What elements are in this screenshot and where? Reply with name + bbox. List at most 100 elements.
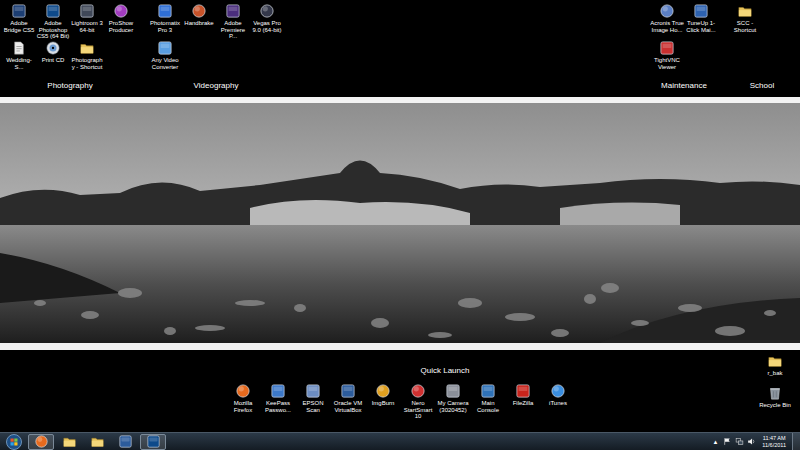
virtualbox-icon — [119, 435, 132, 448]
icon-label: TuneUp 1-Click Mai... — [684, 20, 718, 33]
photoshop-icon — [147, 435, 160, 448]
wallpaper-photo — [0, 103, 800, 343]
desktop-icon[interactable]: Photography - Shortcut — [70, 41, 104, 78]
folder-icon — [91, 435, 104, 448]
desktop-icon[interactable]: TightVNC Viewer — [650, 41, 684, 78]
desktop-icon[interactable]: Handbrake — [182, 4, 216, 41]
desktop-icon[interactable]: Oracle VM VirtualBox — [331, 384, 365, 420]
icon-label: Oracle VM VirtualBox — [331, 400, 365, 413]
desktop-icon[interactable]: EPSON Scan — [296, 384, 330, 420]
desktop-icon[interactable]: Any Video Converter — [148, 41, 182, 78]
icon-grid: Photomatix Pro 3HandbrakeAdobe Premiere … — [148, 4, 284, 78]
speaker-icon[interactable] — [747, 437, 756, 446]
imgburn-icon — [376, 384, 390, 398]
desktop-icon[interactable]: Photomatix Pro 3 — [148, 4, 182, 41]
icon-label: Adobe Premiere P... — [216, 20, 250, 40]
converter-icon — [158, 41, 172, 55]
desktop-icon[interactable]: Adobe Premiere P... — [216, 4, 250, 41]
itunes-icon — [551, 384, 565, 398]
corner-icons: r_bak Recycle Bin — [758, 354, 792, 408]
group-label: Videography — [148, 81, 284, 92]
icon-label: Photomatix Pro 3 — [148, 20, 182, 33]
desktop-icon[interactable]: FileZilla — [506, 384, 540, 420]
desktop-icon[interactable]: ProShow Producer — [104, 4, 138, 41]
icon-label: Any Video Converter — [148, 57, 182, 70]
libraries-icon — [63, 435, 76, 448]
icon-grid: Acronis True Image Ho...TuneUp 1-Click M… — [650, 4, 718, 78]
desktop-icon[interactable]: KeePass Passwo... — [261, 384, 295, 420]
icon-label: Main Console — [471, 400, 505, 413]
desktop-icon[interactable]: Adobe Bridge CS5 — [2, 4, 36, 41]
icon-label: Mozilla Firefox — [226, 400, 260, 413]
group-label: Photography — [2, 81, 138, 92]
desktop-icon[interactable]: Recycle Bin — [758, 386, 792, 409]
scanner-icon — [306, 384, 320, 398]
icon-label: ProShow Producer — [104, 20, 138, 33]
desktop-icon[interactable]: Vegas Pro 9.0 (64-bit) — [250, 4, 284, 41]
icon-grid: Adobe Bridge CS5Adobe Photoshop CS5 (64 … — [2, 4, 138, 78]
proshow-icon — [114, 4, 128, 18]
group-label: Maintenance — [650, 81, 718, 92]
vegas-icon — [260, 4, 274, 18]
quick-launch-label: Quick Launch — [395, 366, 495, 376]
disc-icon — [46, 41, 60, 55]
taskbar-button[interactable] — [56, 434, 82, 450]
show-desktop-button[interactable] — [792, 433, 800, 450]
icon-label: My Camera (3020452) — [436, 400, 470, 413]
flag-icon[interactable] — [723, 437, 732, 446]
nero-icon — [411, 384, 425, 398]
taskbar-button[interactable] — [112, 434, 138, 450]
network-icon[interactable] — [735, 437, 744, 446]
icon-label: iTunes — [541, 400, 575, 407]
icon-group: Adobe Bridge CS5Adobe Photoshop CS5 (64 … — [2, 4, 138, 92]
taskbar-button[interactable] — [84, 434, 110, 450]
icon-label: Nero StartSmart 10 — [401, 400, 435, 420]
recycle-bin-icon — [768, 386, 782, 400]
bridge-icon — [12, 4, 26, 18]
virtualbox-icon — [341, 384, 355, 398]
firefox-icon — [236, 384, 250, 398]
desktop-icon[interactable]: iTunes — [541, 384, 575, 420]
desktop-icon[interactable]: Print CD — [36, 41, 70, 78]
clock-time: 11:47 AM — [762, 435, 786, 441]
desktop-icon[interactable]: My Camera (3020452) — [436, 384, 470, 420]
photoshop-icon — [46, 4, 60, 18]
taskbar-button[interactable] — [28, 434, 54, 450]
icon-label: Adobe Photoshop CS5 (64 Bit) — [36, 20, 70, 40]
folder-icon — [80, 41, 94, 55]
taskbar-button[interactable] — [140, 434, 166, 450]
desktop-icon[interactable]: Acronis True Image Ho... — [650, 4, 684, 41]
tray-expand-button[interactable]: ▲ — [710, 439, 720, 445]
clock-date: 11/6/2011 — [762, 442, 786, 448]
desktop-icon[interactable]: Adobe Photoshop CS5 (64 Bit) — [36, 4, 70, 41]
folder-icon — [768, 354, 782, 368]
desktop-icon[interactable]: Mozilla Firefox — [226, 384, 260, 420]
windows-logo-icon — [6, 434, 22, 450]
icon-label: FileZilla — [506, 400, 540, 407]
desktop-icon[interactable]: Lightroom 3 64-bit — [70, 4, 104, 41]
icon-group: Photomatix Pro 3HandbrakeAdobe Premiere … — [148, 4, 284, 92]
lightroom-icon — [80, 4, 94, 18]
icon-grid: SCC - Shortcut — [728, 4, 796, 41]
icon-label: Print CD — [36, 57, 70, 64]
desktop-icon[interactable]: Nero StartSmart 10 — [401, 384, 435, 420]
desktop-icon[interactable]: Main Console — [471, 384, 505, 420]
camera-icon — [446, 384, 460, 398]
icon-label: Acronis True Image Ho... — [650, 20, 684, 33]
desktop-icon[interactable]: SCC - Shortcut — [728, 4, 762, 41]
desktop-icon[interactable]: TuneUp 1-Click Mai... — [684, 4, 718, 41]
premiere-icon — [226, 4, 240, 18]
icon-label: Photography - Shortcut — [70, 57, 104, 70]
firefox-icon — [35, 435, 48, 448]
start-button[interactable] — [0, 434, 28, 450]
desktop-icon[interactable]: ImgBurn — [366, 384, 400, 420]
folder-icon — [738, 4, 752, 18]
icon-label: EPSON Scan — [296, 400, 330, 413]
taskbar: ▲ 11:47 AM11/6/2011 — [0, 432, 800, 450]
desktop-icon[interactable]: Wedding-S... — [2, 41, 36, 78]
icon-label: KeePass Passwo... — [261, 400, 295, 413]
desktop-icon[interactable]: r_bak — [758, 354, 792, 377]
clock[interactable]: 11:47 AM11/6/2011 — [759, 435, 789, 448]
icon-label: Vegas Pro 9.0 (64-bit) — [250, 20, 284, 33]
keepass-icon — [271, 384, 285, 398]
